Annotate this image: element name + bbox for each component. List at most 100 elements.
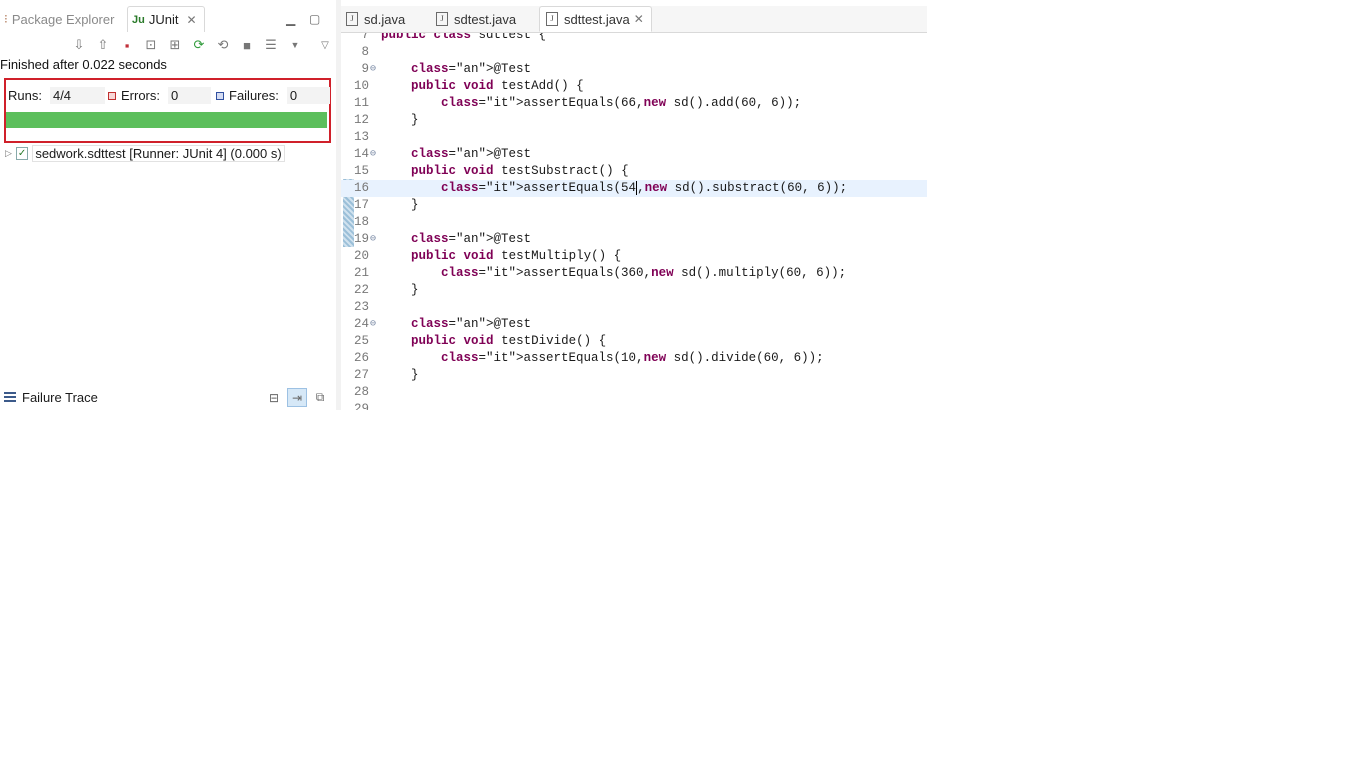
rerun-test-icon[interactable]: ⟳	[190, 36, 208, 54]
code-line[interactable]: 17 }	[341, 197, 927, 214]
tab-sdtest-java[interactable]: J sdtest.java	[436, 6, 516, 32]
error-icon	[108, 91, 116, 100]
show-skipped-icon[interactable]: ⊞	[166, 36, 184, 54]
code-line[interactable]: 8	[341, 44, 927, 61]
maximize-icon[interactable]: ▢	[309, 12, 320, 26]
code-text: }	[381, 368, 419, 382]
code-line[interactable]: 19 ⊖ class="an">@Test	[341, 231, 927, 248]
show-failures-only-icon[interactable]: ▪	[118, 36, 136, 54]
line-number: 8	[361, 45, 369, 59]
copy-trace-icon[interactable]: ⧉	[310, 388, 330, 407]
line-number: 26	[353, 351, 369, 365]
tab-sd-java[interactable]: J sd.java	[346, 6, 405, 32]
java-file-icon: J	[346, 12, 358, 26]
code-line[interactable]: 29	[341, 401, 927, 410]
test-suite-label: sedwork.sdttest [Runner: JUnit 4] (0.000…	[32, 145, 285, 162]
line-number: 28	[353, 385, 369, 399]
minimize-icon[interactable]: ▁	[286, 12, 295, 26]
failure-icon	[216, 91, 224, 100]
stop-icon[interactable]: ■	[238, 36, 256, 54]
tab-sdttest-java[interactable]: J sdttest.java ✕	[539, 6, 652, 32]
test-run-history-icon[interactable]: ☰	[262, 36, 280, 54]
code-text: class="it">assertEquals(10,new sd().divi…	[441, 351, 824, 365]
filter-stack-trace-icon[interactable]: ⇥	[287, 388, 307, 407]
tab-package-explorer[interactable]: ⁝ Package Explorer	[4, 6, 114, 32]
code-line[interactable]: 14 ⊖ class="an">@Test	[341, 146, 927, 163]
line-number: 15	[353, 164, 369, 178]
test-progress-bar	[6, 112, 327, 128]
line-number: 14	[353, 147, 369, 161]
code-line[interactable]: 26 class="it">assertEquals(10,new sd().d…	[341, 350, 927, 367]
code-line[interactable]: 25 public void testDivide() {	[341, 333, 927, 350]
failures-value: 0	[286, 87, 330, 104]
code-line[interactable]: 13	[341, 129, 927, 146]
code-text: class="an">@Test	[411, 317, 532, 331]
compare-results-icon[interactable]: ⊟	[264, 388, 284, 407]
line-number: 23	[353, 300, 369, 314]
code-text: }	[381, 198, 419, 212]
code-text: class="an">@Test	[411, 62, 532, 76]
test-tree-item[interactable]: ▷ ✓ sedwork.sdttest [Runner: JUnit 4] (0…	[5, 145, 285, 162]
errors-value: 0	[168, 87, 211, 104]
runs-value: 4/4	[49, 87, 105, 104]
code-line[interactable]: 10 public void testAdd() {	[341, 78, 927, 95]
code-line[interactable]: 22 }	[341, 282, 927, 299]
expand-arrow-icon[interactable]: ▷	[5, 148, 12, 159]
close-icon[interactable]: ✕	[186, 13, 196, 27]
close-icon[interactable]: ✕	[634, 12, 644, 26]
code-line[interactable]: 18	[341, 214, 927, 231]
scroll-lock-icon[interactable]: ⊡	[142, 36, 160, 54]
fold-collapse-icon[interactable]: ⊖	[370, 146, 376, 163]
errors-label: Errors:	[121, 88, 160, 103]
line-number: 24	[353, 317, 369, 331]
failure-trace-label: Failure Trace	[22, 390, 98, 405]
failure-trace-icon	[4, 392, 16, 402]
code-text: }	[381, 283, 419, 297]
text-caret	[636, 180, 638, 195]
fold-collapse-icon[interactable]: ⊖	[370, 231, 376, 248]
line-number: 18	[353, 215, 369, 229]
fold-collapse-icon[interactable]: ⊖	[370, 61, 376, 78]
errors-counter: Errors: 0	[108, 87, 211, 104]
tab-label: Package Explorer	[11, 11, 115, 27]
code-line[interactable]: 23	[341, 299, 927, 316]
view-menu-icon[interactable]: ▽	[316, 36, 334, 54]
code-text: public void testMultiply() {	[411, 249, 622, 263]
code-line[interactable]: 28	[341, 384, 927, 401]
line-number: 12	[353, 113, 369, 127]
code-line[interactable]: 12 }	[341, 112, 927, 129]
fold-collapse-icon[interactable]: ⊖	[370, 316, 376, 333]
code-line[interactable]: 9 ⊖ class="an">@Test	[341, 61, 927, 78]
package-explorer-icon: ⁝	[4, 12, 8, 26]
code-line[interactable]: 27 }	[341, 367, 927, 384]
code-line[interactable]: 15 public void testSubstract() {	[341, 163, 927, 180]
java-file-icon: J	[436, 12, 448, 26]
line-number: 16	[353, 181, 369, 195]
line-number: 9	[361, 62, 369, 76]
line-number: 29	[353, 402, 369, 410]
code-line[interactable]: 16 class="it">assertEquals(54,new sd().s…	[341, 180, 927, 197]
counters-highlight-box: Runs: 4/4 Errors: 0 Failures: 0	[4, 78, 331, 143]
junit-icon: Ju	[132, 13, 145, 26]
code-line[interactable]: 21 class="it">assertEquals(360,new sd().…	[341, 265, 927, 282]
runs-counter: Runs: 4/4	[8, 87, 105, 104]
tab-label: sdtest.java	[454, 11, 517, 27]
line-number: 19	[353, 232, 369, 246]
code-area[interactable]: 7 public class sdttest {8 9 ⊖ class="an">@T…	[341, 33, 927, 410]
junit-view: ⁝ Package Explorer Ju JUnit ✕ ▁ ▢ ⇩ ⇧ ▪ …	[0, 0, 336, 410]
tab-junit[interactable]: Ju JUnit ✕	[127, 6, 205, 32]
code-line[interactable]: 24 ⊖ class="an">@Test	[341, 316, 927, 333]
rerun-failures-first-icon[interactable]: ⟲	[214, 36, 232, 54]
failures-counter: Failures: 0	[216, 87, 330, 104]
code-line[interactable]: 7 public class sdttest {	[341, 33, 927, 44]
code-text: class="an">@Test	[411, 232, 532, 246]
previous-failure-icon[interactable]: ⇧	[94, 36, 112, 54]
line-number: 7	[361, 33, 369, 42]
history-dropdown-icon[interactable]: ▼	[286, 36, 304, 54]
tab-label: sdttest.java	[564, 11, 630, 27]
line-number: 20	[353, 249, 369, 263]
code-line[interactable]: 11 class="it">assertEquals(66,new sd().a…	[341, 95, 927, 112]
next-failure-icon[interactable]: ⇩	[70, 36, 88, 54]
tab-label: sd.java	[364, 11, 406, 27]
code-line[interactable]: 20 public void testMultiply() {	[341, 248, 927, 265]
